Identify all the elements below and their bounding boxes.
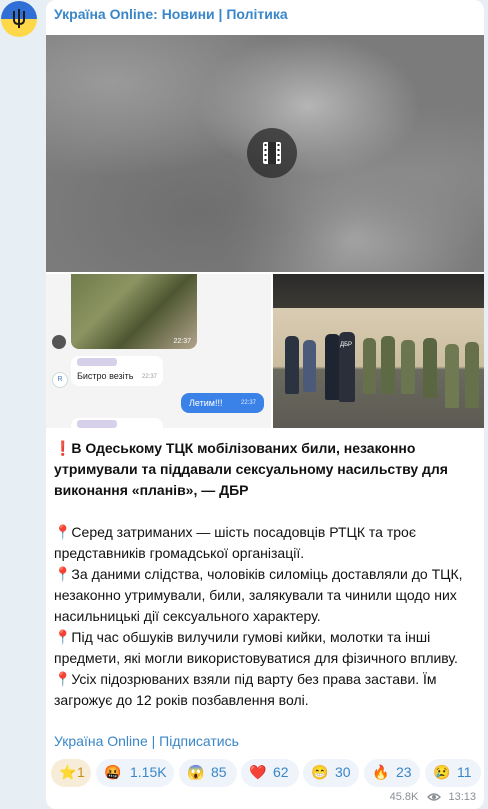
grin-face-icon: 😁 (311, 764, 329, 780)
chat-incoming-message: Бистро везіть 22:37 (71, 356, 163, 386)
eye-icon (427, 793, 442, 801)
message-text: ❗️В Одеському ТЦК мобілізованих били, не… (54, 438, 478, 711)
reaction-count: 1.15K (130, 764, 167, 780)
person-figure (285, 336, 299, 394)
person-figure: ДБР (339, 332, 355, 402)
views-count: 45.8K (389, 791, 419, 803)
reaction-cry[interactable]: 😢 11 (425, 759, 481, 787)
person-figure (363, 338, 376, 394)
chat-sender-avatar-letter: R (52, 372, 68, 388)
chat-sender-avatar (52, 335, 66, 349)
blurred-name (77, 358, 117, 366)
dbr-vest-label: ДБР (340, 342, 353, 348)
reaction-count: 30 (335, 764, 351, 780)
reaction-grin[interactable]: 😁 30 (303, 759, 359, 787)
chat-outgoing-message: Летим!!! 22:37 (181, 393, 264, 413)
arrest-photo[interactable]: ДБР (273, 274, 484, 428)
message-meta: 45.8K 13:13 (390, 791, 476, 803)
message-bubble: Україна Online: Новини | Політика 22:37 (46, 0, 484, 809)
heart-icon: ❤️ (249, 764, 267, 780)
person-figure (303, 340, 316, 392)
person-figure (445, 344, 459, 408)
reaction-star[interactable]: ⭐ 1 (51, 759, 91, 787)
person-figure (325, 334, 340, 400)
channel-avatar[interactable] (1, 1, 37, 37)
reactions-bar: ⭐ 1 🤬 1.15K 😱 85 ❤️ 62 😁 30 🔥 23 😢 11 (51, 759, 481, 787)
channel-title[interactable]: Україна Online: Новини | Політика (54, 6, 288, 22)
chat-incoming-text: Бистро везіть (77, 371, 134, 381)
angry-face-icon: 🤬 (104, 764, 122, 780)
person-figure (381, 336, 395, 394)
chat-screenshot-image[interactable]: 22:37 Бистро везіть 22:37 R Летим!!! 22:… (46, 274, 271, 428)
message-point: 📍Під час обшуків вилучили гумові кийки, … (54, 629, 458, 666)
chat-photo-time: 22:37 (173, 338, 191, 345)
chat-photo: 22:37 (71, 274, 197, 349)
reaction-count: 85 (211, 764, 227, 780)
scream-face-icon: 😱 (187, 764, 205, 780)
reaction-count: 1 (77, 764, 85, 780)
crying-face-icon: 😢 (433, 764, 451, 780)
reaction-count: 62 (273, 764, 289, 780)
person-figure (423, 338, 437, 398)
blurred-name (77, 420, 117, 428)
film-icon (263, 142, 281, 164)
video-preview[interactable] (46, 35, 484, 272)
chat-outgoing-text: Летим!!! (189, 398, 223, 408)
message-time: 13:13 (448, 791, 476, 803)
subscribe-link[interactable]: Україна Online | Підписатись (54, 733, 239, 749)
reaction-angry[interactable]: 🤬 1.15K (96, 759, 174, 787)
reaction-fire[interactable]: 🔥 23 (364, 759, 420, 787)
reaction-count: 11 (457, 764, 472, 780)
message-point: 📍Усіх підозрюваних взяли під варту без п… (54, 671, 437, 708)
reaction-heart[interactable]: ❤️ 62 (241, 759, 299, 787)
reaction-scream[interactable]: 😱 85 (179, 759, 237, 787)
message-point: 📍Серед затриманих — шість посадовців РТЦ… (54, 524, 416, 561)
message-point: 📍За даними слідства, чоловіків силоміць … (54, 566, 463, 624)
person-figure (401, 340, 415, 394)
star-icon: ⭐ (59, 764, 77, 780)
person-figure (465, 342, 479, 408)
chat-incoming-time: 22:37 (141, 374, 157, 380)
fire-icon: 🔥 (372, 764, 390, 780)
message-headline: ❗️В Одеському ТЦК мобілізованих били, не… (54, 440, 448, 498)
chat-outgoing-time: 22:37 (240, 400, 256, 406)
reaction-count: 23 (396, 764, 412, 780)
trident-icon (13, 9, 25, 28)
chat-incoming-message-2 (71, 418, 163, 428)
video-badge[interactable] (247, 128, 297, 178)
